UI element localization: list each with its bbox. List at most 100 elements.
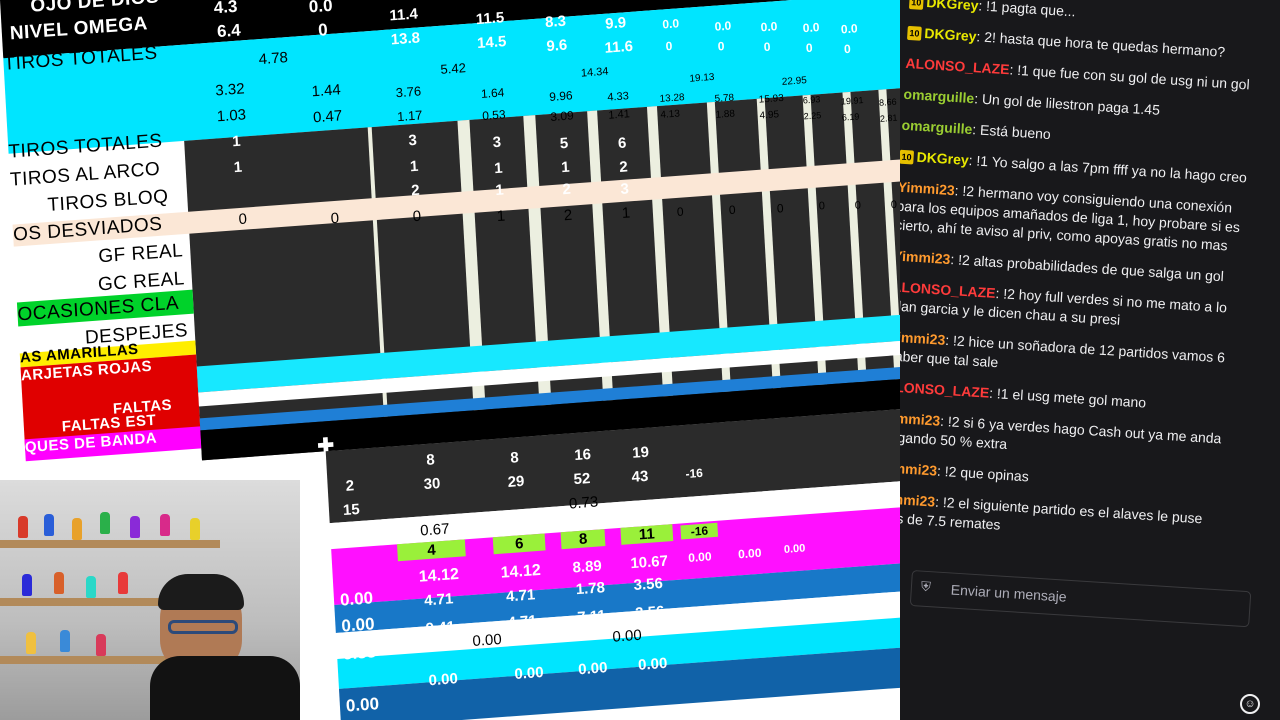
chat-input[interactable]: ⛨ Enviar un mensaje	[909, 570, 1252, 628]
desviados-cell[interactable]: 0	[818, 200, 825, 212]
row-a-value: 3.32	[214, 80, 246, 100]
omega-value: 9.6	[545, 36, 568, 56]
magenta-row-cell: 0.00	[339, 588, 374, 610]
chat-username[interactable]: Yimmi23	[900, 247, 951, 267]
chat-username[interactable]: DKGrey	[926, 0, 979, 13]
bottom-row-2-cell: 2	[345, 477, 355, 495]
chat-text: !2 altas probabilidades de que salga un …	[957, 251, 1225, 285]
magenta-row-2-cell: 4.71	[505, 586, 536, 606]
row-a-value: 9.96	[548, 88, 573, 105]
figure	[190, 518, 200, 540]
navy-row-cell: 0.00	[345, 694, 380, 716]
chat-text: Está bueno	[979, 121, 1052, 143]
tiros-bloq-cell[interactable]: 2	[411, 182, 420, 200]
bottom-row-2-cell: 29	[507, 472, 525, 492]
chat-username[interactable]: DKGrey	[916, 149, 969, 168]
tiros-totales-cell[interactable]: 5	[559, 135, 568, 153]
magenta-row-2-cell: 3.56	[633, 574, 664, 595]
desviados-cell[interactable]: 0	[776, 201, 783, 215]
tiros-top-value: 22.95	[781, 75, 808, 88]
row-a-value: 4.33	[607, 90, 630, 104]
chat-message-list[interactable]: 10 DKGrey: !1 pagta que... 10 DKGrey: 2! ha…	[900, 0, 1259, 561]
tiros-bloq-cell[interactable]: 1	[495, 182, 504, 200]
desviados-cell[interactable]: 0	[891, 199, 898, 211]
omega-value: 0	[717, 39, 725, 54]
chat-text: !2 que opinas	[944, 463, 1030, 485]
chat-username[interactable]: DKGrey	[924, 25, 977, 44]
row-a-value: 1.44	[311, 81, 342, 101]
tiros-top-value: 5.42	[440, 60, 467, 77]
desviados-cell[interactable]: 0	[412, 208, 421, 226]
figure	[96, 634, 106, 656]
row-a-value: 1.64	[480, 85, 505, 101]
tiros-arco-cell[interactable]: 1	[233, 159, 242, 177]
chat-message: ALONSO_LAZE: !2 hoy full verdes si no me…	[900, 277, 1241, 337]
tiros-arco-cell[interactable]: 2	[619, 158, 628, 176]
bottom-row-3-cell: 0.73	[568, 493, 599, 513]
magenta-row-cell: 14.12	[500, 561, 542, 582]
tiros-totales-cell[interactable]: 3	[492, 134, 501, 152]
chat-text: !1 pagta que...	[985, 0, 1077, 20]
tiros-totales-cell[interactable]: 3	[408, 132, 417, 150]
chat-username[interactable]: omarguille	[901, 117, 973, 137]
chat-username[interactable]: Yimmi23	[900, 409, 941, 429]
figure	[118, 572, 128, 594]
magenta-row-cell: 10.67	[629, 552, 669, 573]
tiros-bloq-cell[interactable]: 3	[620, 180, 629, 198]
desviados-cell[interactable]: 2	[563, 207, 572, 225]
webcam-feed	[0, 480, 300, 720]
figure	[22, 574, 32, 596]
chat-username[interactable]: Yimmi23	[900, 328, 946, 348]
row-b-value: 4.13	[660, 108, 681, 121]
navy-row-cell: 0.00	[513, 663, 545, 684]
tiros-totales-cell[interactable]: 6	[618, 134, 627, 152]
chat-message: Yimmi23: !2 el siguiente partido es el a…	[900, 489, 1228, 549]
chat-username[interactable]: ALONSO_LAZE	[905, 55, 1010, 78]
tiros-totales-cell[interactable]: 1	[232, 133, 241, 151]
chat-username[interactable]: Yimmi23	[900, 459, 938, 479]
bottom-row-2-cell: 52	[573, 469, 591, 489]
chat-input-box[interactable]	[909, 570, 1252, 628]
chat-text: 2! hasta que hora te quedas hermano?	[983, 28, 1226, 60]
desviados-cell[interactable]: 0	[728, 203, 735, 217]
bottom-row-3-cell: 15	[342, 500, 361, 520]
chat-username[interactable]: Yimmi23	[900, 179, 955, 199]
figure	[54, 572, 64, 594]
chat-username[interactable]: Yimmi23	[900, 490, 936, 510]
ojo-value: 0.0	[308, 0, 333, 17]
bottom-row-1-cell: 19	[631, 443, 650, 462]
chat-username[interactable]: ALONSO_LAZE	[900, 278, 996, 301]
cyan-row-cell: 0.00	[472, 630, 503, 650]
shield-icon[interactable]: ⛨	[920, 579, 935, 596]
row-b-value: 3.09	[549, 108, 575, 124]
desviados-cell[interactable]: 1	[496, 208, 505, 226]
chat-username[interactable]: ALONSO_LAZE	[900, 378, 990, 401]
label-gf-real: GF REAL	[97, 240, 184, 268]
row-a-value: 13.28	[659, 92, 685, 105]
chat-username[interactable]: omarguille	[903, 86, 975, 106]
omega-value: 13.8	[390, 29, 421, 49]
desviados-cell[interactable]: 0	[238, 210, 247, 228]
tiros-arco-cell[interactable]: 1	[494, 160, 503, 178]
tiros-top-value: 14.34	[580, 65, 609, 80]
label-tiros-al-arco: TIROS AL ARCO	[9, 158, 161, 191]
ojo-value: 0.0	[662, 16, 680, 32]
desviados-cell[interactable]: 0	[330, 210, 339, 228]
ojo-value: 11.4	[389, 5, 419, 25]
subscriber-badge-icon[interactable]: 10	[900, 149, 915, 165]
magenta-row-2-cell: 1.78	[575, 579, 606, 599]
ojo-value: 11.5	[475, 9, 505, 29]
desviados-cell[interactable]: 0	[854, 199, 861, 211]
subscriber-badge-icon[interactable]: 10	[906, 25, 922, 41]
tiros-arco-cell[interactable]: 1	[409, 158, 418, 176]
row-a-value: 19.91	[840, 95, 864, 107]
tiros-arco-cell[interactable]: 1	[561, 159, 570, 177]
chat-message: Yimmi23: !2 si 6 ya verdes hago Cash out…	[900, 408, 1233, 468]
tiros-bloq-cell[interactable]: 2	[562, 181, 571, 199]
desviados-cell[interactable]: 1	[621, 204, 630, 222]
emote-picker-icon[interactable]: ☺	[1240, 694, 1260, 714]
desviados-cell[interactable]: 0	[676, 204, 683, 218]
row-a-value: 15.93	[758, 92, 785, 106]
subscriber-badge-icon[interactable]: 10	[908, 0, 924, 10]
figure	[60, 630, 70, 652]
